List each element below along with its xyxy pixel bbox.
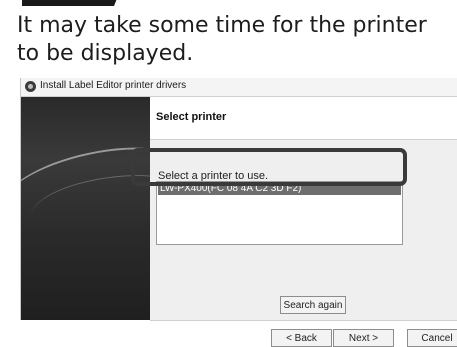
instruction-text: It may take some time for the printer to… bbox=[17, 13, 427, 66]
installer-dialog: Install Label Editor printer drivers Sel… bbox=[20, 78, 457, 347]
window-title: Install Label Editor printer drivers bbox=[40, 80, 187, 91]
button-divider bbox=[150, 320, 457, 321]
title-bar: Install Label Editor printer drivers bbox=[21, 78, 457, 97]
wizard-header: Select printer bbox=[150, 97, 457, 140]
cancel-button[interactable]: Cancel bbox=[407, 329, 457, 347]
decorative-side-panel bbox=[21, 97, 150, 320]
wizard-content: Select printer Select a printer to use. … bbox=[150, 97, 457, 347]
next-button[interactable]: Next > bbox=[333, 329, 394, 347]
search-again-button[interactable]: Search again bbox=[280, 296, 346, 314]
callout-highlight-frame bbox=[131, 148, 407, 186]
page-title: Select printer bbox=[156, 111, 227, 123]
back-button[interactable]: < Back bbox=[271, 329, 332, 347]
printer-list[interactable]: LW-PX400(FC 08 4A C2 3D F2) bbox=[156, 181, 403, 245]
cropped-heading-fragment bbox=[22, 0, 122, 6]
installer-icon bbox=[25, 81, 36, 92]
